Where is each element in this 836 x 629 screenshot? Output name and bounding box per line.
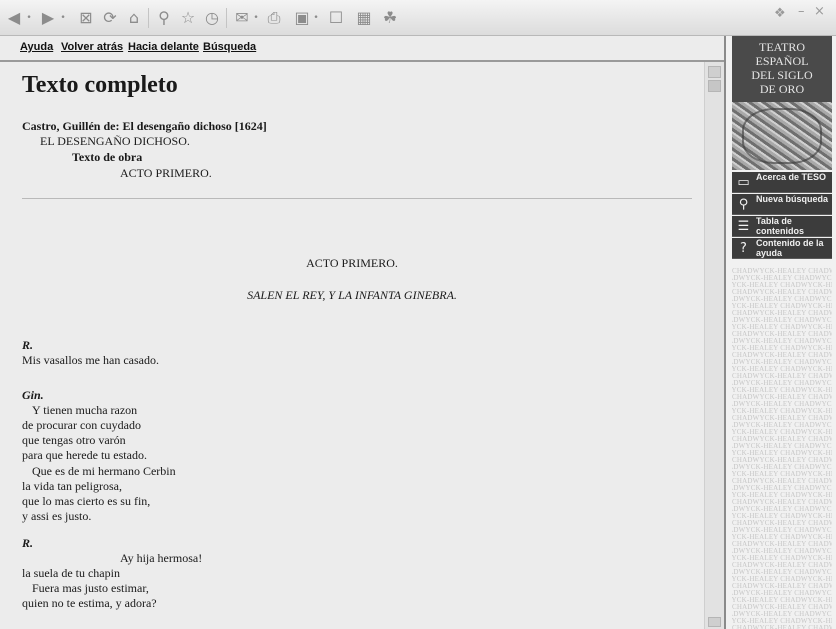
citation: Castro, Guillén de: El desengaño dichoso… — [22, 119, 267, 133]
brand-line: DEL SIGLO — [751, 68, 813, 82]
back-dropdown-icon[interactable]: • — [24, 7, 34, 29]
scroll-down-arrow[interactable] — [708, 617, 721, 627]
watermark-row: CHADWYCK-HEALEY CHADWYCK-HEALEY CHADWYCK… — [732, 624, 832, 629]
stage-direction: SALEN EL REY, Y LA INFANTA GINEBRA. — [247, 288, 457, 302]
back-link[interactable]: Volver atrás — [61, 41, 123, 53]
mail-icon[interactable]: ✉ — [232, 7, 252, 29]
verse-line: quien no te estima, y adora? — [22, 596, 157, 610]
button-label: Nueva búsqueda — [756, 194, 829, 204]
about-teso-button[interactable]: ▭ Acerca de TESO — [732, 172, 832, 193]
help-contents-button[interactable]: ? Contenido de la ayuda — [732, 238, 832, 259]
text-type: Texto de obra — [72, 150, 143, 164]
logo-icon: ❖ — [774, 6, 786, 21]
list-icon: ☰ — [737, 219, 750, 234]
speaker-label: R. — [22, 536, 34, 550]
toolbar-separator — [226, 8, 227, 28]
emblem-image — [732, 102, 832, 170]
close-icon[interactable]: × — [814, 4, 825, 19]
history-icon[interactable]: ◷ — [202, 7, 222, 29]
browser-toolbar: ◀ • ▶ • ⊠ ⟳ ⌂ ⚲ ☆ ◷ ✉ • ⎙ ▣ • ☐ ▦ ☘ ❖ – … — [0, 0, 836, 36]
discuss-icon[interactable]: ☐ — [326, 7, 346, 29]
verse-line: Fuera mas justo estimar, — [32, 581, 149, 595]
brand-line: ESPAÑOL — [755, 54, 809, 68]
toolbar-separator — [148, 8, 149, 28]
brand-line: DE ORO — [759, 82, 805, 96]
stop-icon[interactable]: ⊠ — [76, 7, 96, 29]
button-label: Tabla de contenidos — [756, 216, 805, 236]
research-icon[interactable]: ▦ — [354, 7, 374, 29]
home-icon[interactable]: ⌂ — [124, 7, 144, 29]
help-link[interactable]: Ayuda — [20, 41, 53, 53]
search-link[interactable]: Búsqueda — [203, 41, 256, 53]
new-search-button[interactable]: ⚲ Nueva búsqueda — [732, 194, 832, 215]
act-toc-entry[interactable]: ACTO PRIMERO. — [120, 166, 212, 181]
forward-link[interactable]: Hacia delante — [128, 41, 199, 53]
back-icon[interactable]: ◀ — [4, 7, 24, 29]
edit-icon[interactable]: ▣ — [292, 7, 312, 29]
act-heading: ACTO PRIMERO. — [306, 256, 398, 270]
teso-logo: TEATRO ESPAÑOL DEL SIGLO DE ORO — [732, 36, 832, 102]
watermark-pattern: CHADWYCK-HEALEY CHADWYCK-HEALEY CHADWYCK… — [732, 268, 832, 629]
minimize-icon[interactable]: – — [798, 4, 805, 19]
button-label: Acerca de TESO — [756, 172, 827, 182]
verse-line: la vida tan peligrosa, — [22, 479, 122, 493]
vertical-scrollbar[interactable] — [704, 62, 724, 629]
mail-dropdown-icon[interactable]: • — [252, 7, 260, 29]
favorites-icon[interactable]: ☆ — [178, 7, 198, 29]
help-icon: ? — [740, 241, 747, 256]
verse-line: de procurar con cuydado — [22, 418, 141, 432]
play-title: EL DESENGAÑO DICHOSO. — [40, 134, 190, 148]
side-panel: TEATRO ESPAÑOL DEL SIGLO DE ORO ▭ Acerca… — [724, 36, 836, 629]
magnifier-icon: ⚲ — [738, 197, 749, 212]
forward-dropdown-icon[interactable]: • — [58, 7, 68, 29]
verse-line: y assi es justo. — [22, 509, 92, 523]
verse-line: Ay hija hermosa! — [120, 551, 203, 565]
messenger-icon[interactable]: ☘ — [380, 7, 400, 29]
table-of-contents-button[interactable]: ☰ Tabla de contenidos — [732, 216, 832, 237]
page-title: Texto completo — [22, 72, 178, 98]
verse-line: Que es de mi hermano Cerbin — [32, 464, 176, 478]
book-icon: ▭ — [737, 175, 750, 190]
forward-icon[interactable]: ▶ — [38, 7, 58, 29]
print-icon[interactable]: ⎙ — [264, 7, 284, 29]
verse-line: Y tienen mucha razon — [32, 403, 138, 417]
speaker-label: R. — [22, 338, 34, 352]
verse-line: la suela de tu chapin — [22, 566, 120, 580]
nav-bar: Ayuda Volver atrás Hacia delante Búsqued… — [0, 36, 724, 62]
verse-line: que lo mas cierto es su fin, — [22, 494, 151, 508]
search-icon[interactable]: ⚲ — [154, 7, 174, 29]
button-label: Contenido de la ayuda — [756, 238, 824, 258]
window-controls[interactable]: ❖ – × — [774, 4, 830, 32]
refresh-icon[interactable]: ⟳ — [100, 7, 120, 29]
brand-line: TEATRO — [759, 40, 805, 54]
speaker-label: Gin. — [22, 388, 44, 402]
verse-line: para que herede tu estado. — [22, 448, 147, 462]
verse-line: Mis vasallos me han casado. — [22, 353, 159, 367]
document-pane: Texto completo Castro, Guillén de: El de… — [0, 62, 704, 629]
scroll-thumb[interactable] — [708, 80, 721, 92]
edit-dropdown-icon[interactable]: • — [312, 7, 320, 29]
divider — [22, 198, 692, 199]
verse-line: que tengas otro varón — [22, 433, 126, 447]
scroll-up-arrow[interactable] — [708, 66, 721, 78]
